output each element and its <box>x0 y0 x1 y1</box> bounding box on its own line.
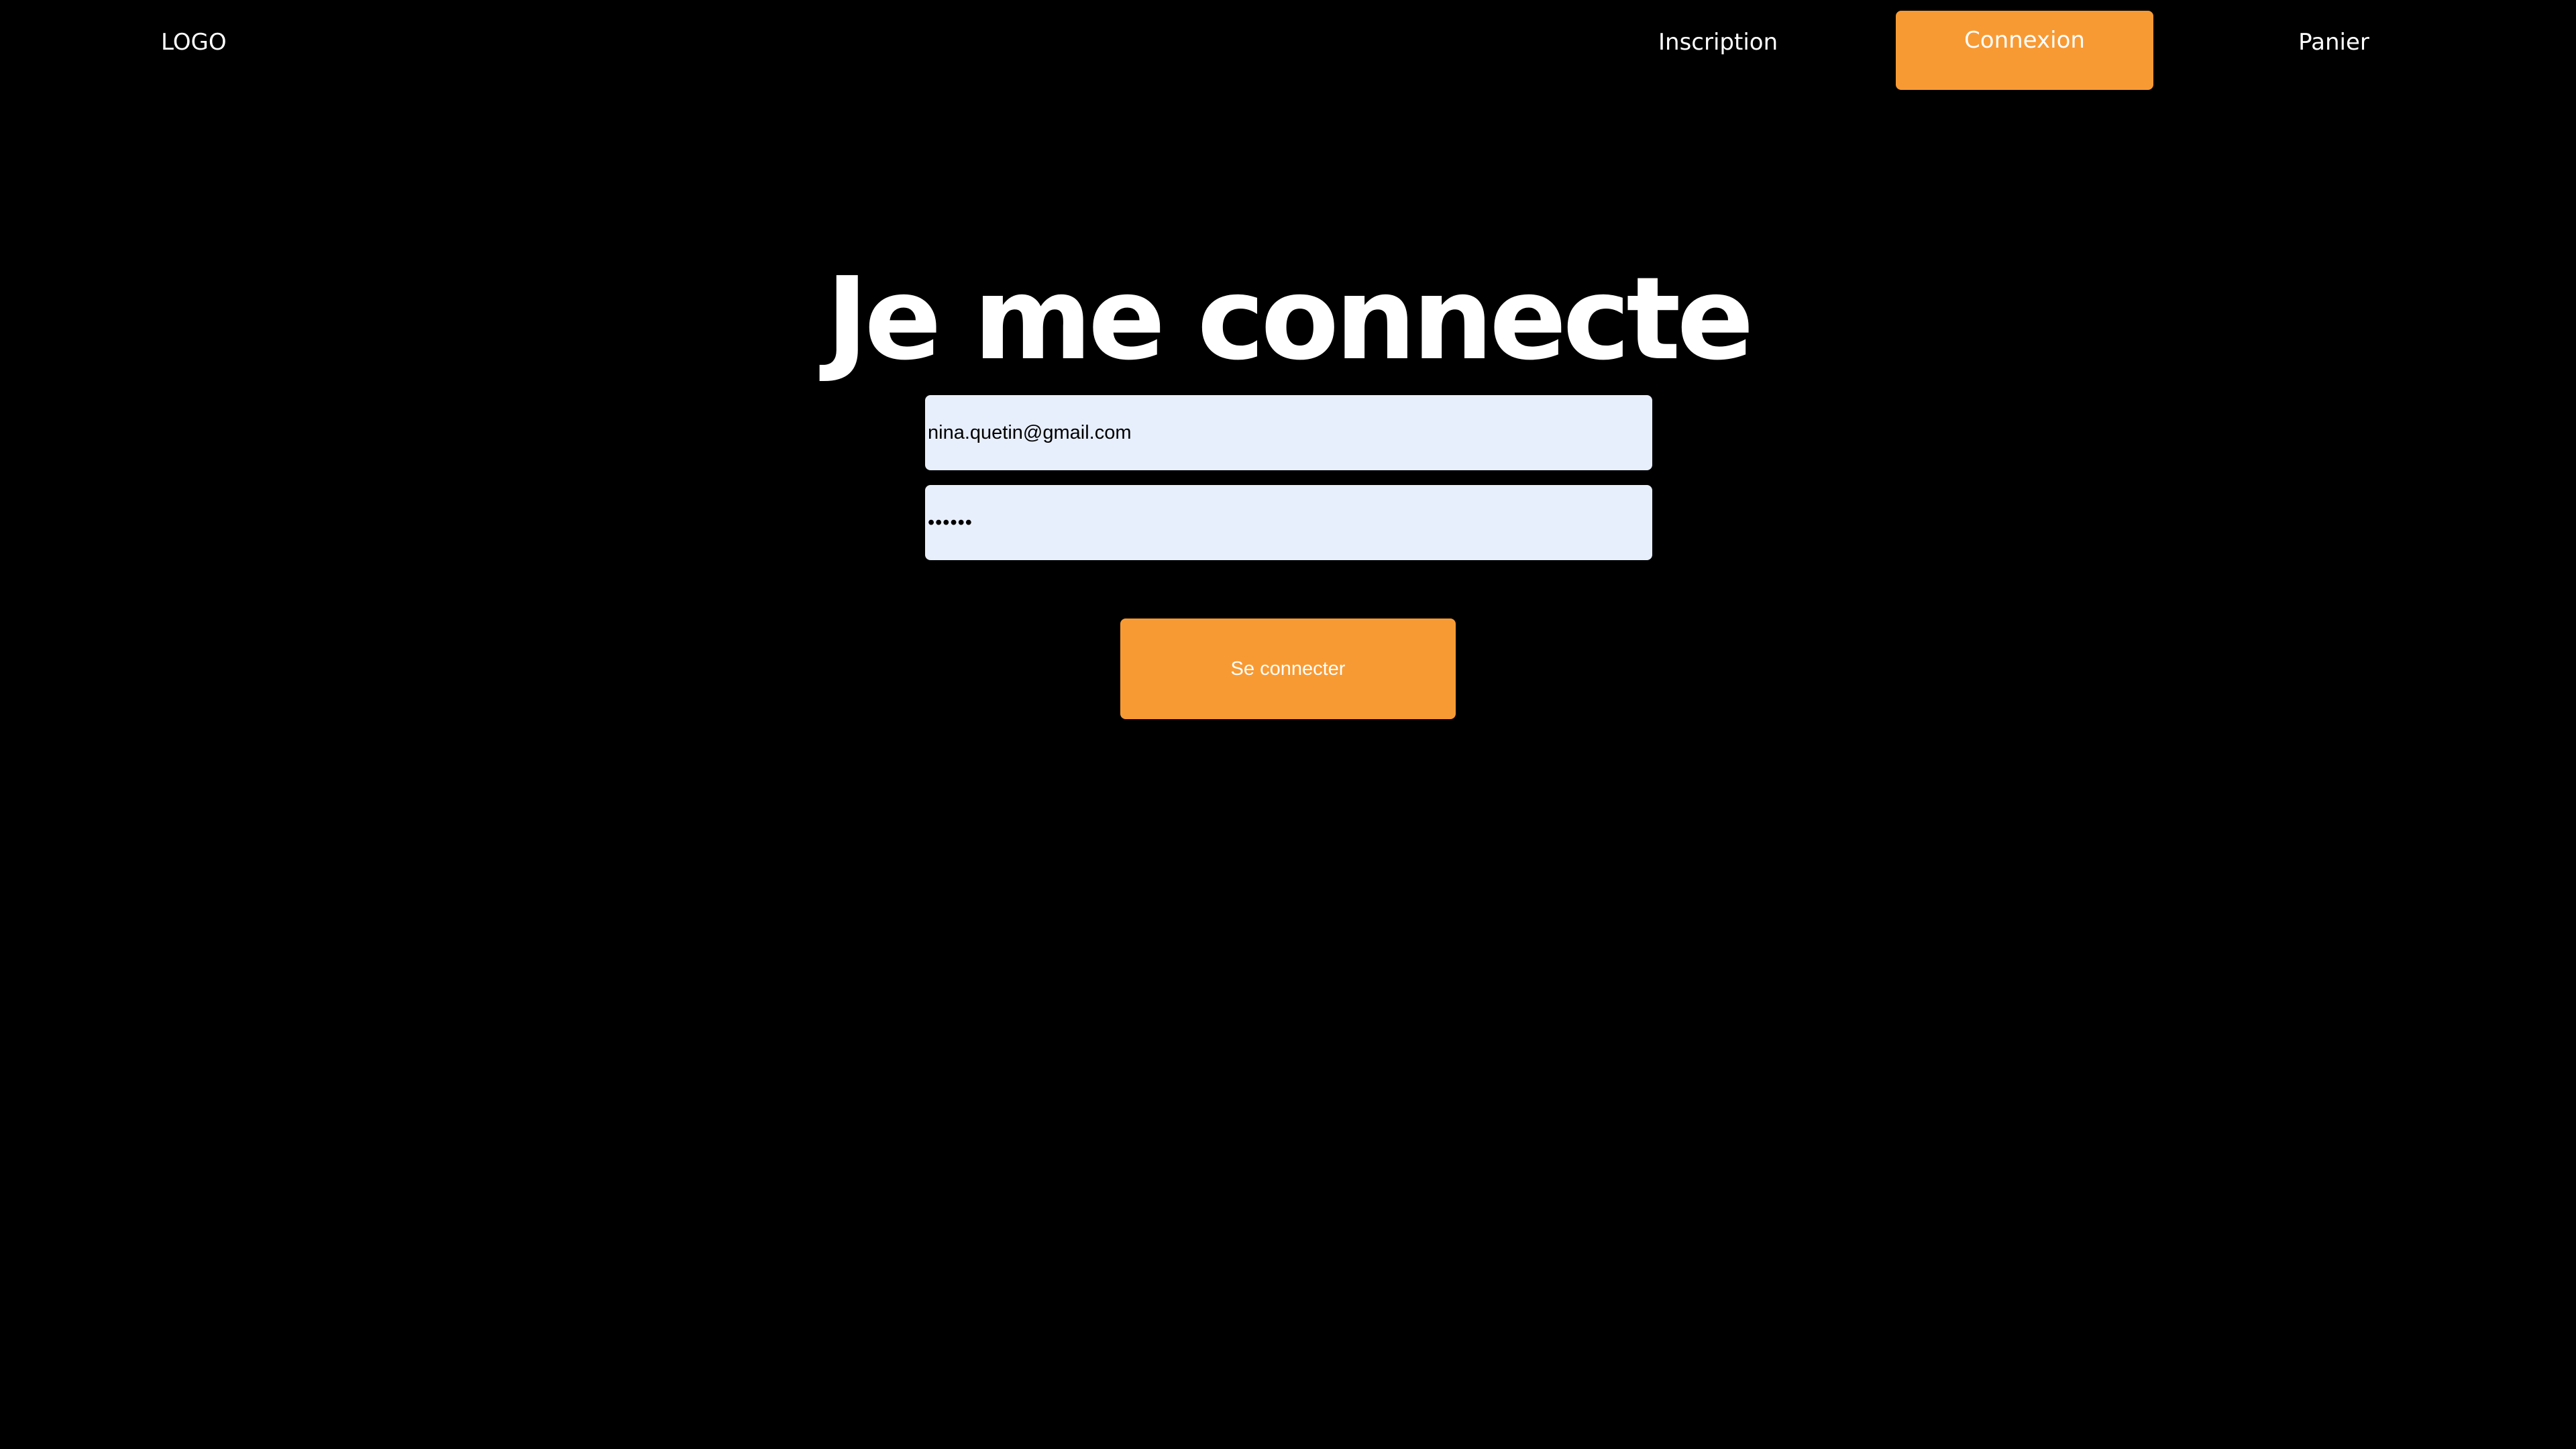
logo[interactable]: LOGO <box>161 27 227 58</box>
email-field[interactable] <box>925 395 1652 470</box>
nav-connexion-button[interactable]: Connexion <box>1896 11 2153 90</box>
login-page: LOGO Inscription Connexion Panier Je me … <box>0 0 2576 1449</box>
nav-inscription-link[interactable]: Inscription <box>1658 27 1778 58</box>
page-title: Je me connecte <box>826 252 1754 386</box>
password-field[interactable] <box>925 485 1652 560</box>
login-submit-button[interactable]: Se connecter <box>1120 619 1456 719</box>
nav-panier-link[interactable]: Panier <box>2297 27 2371 58</box>
